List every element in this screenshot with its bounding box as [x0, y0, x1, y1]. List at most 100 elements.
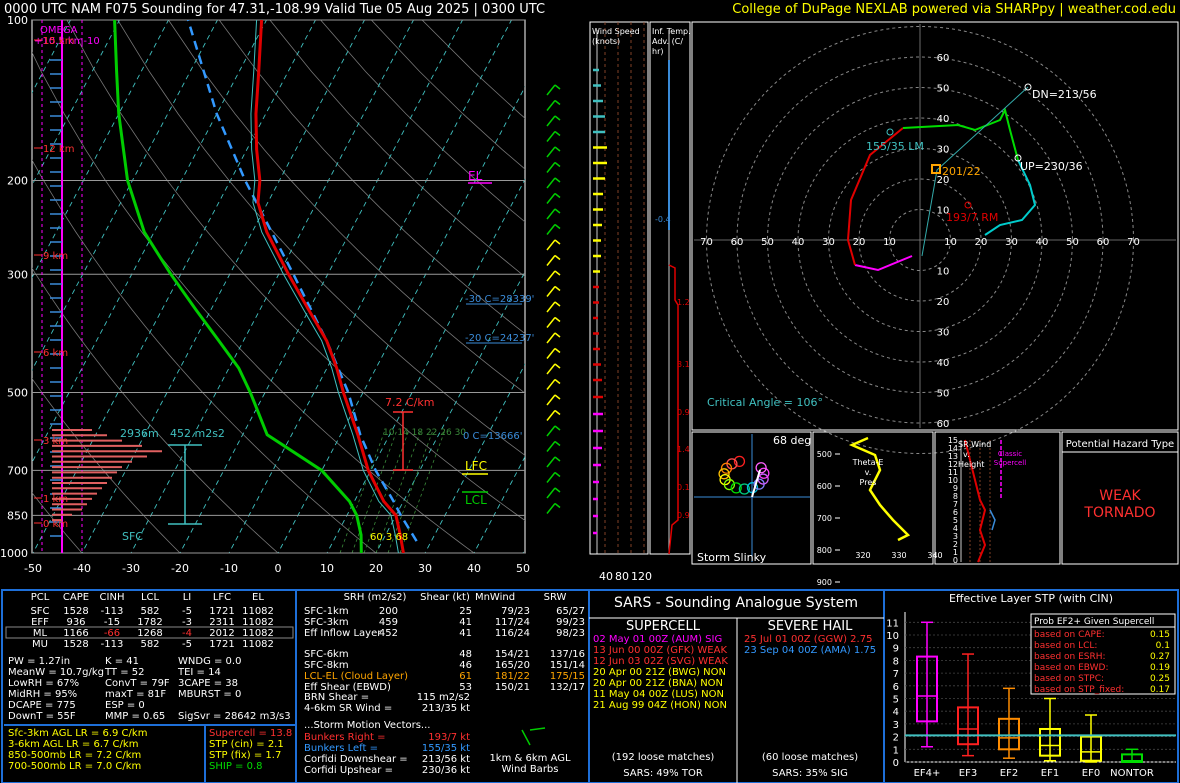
- index-value: ESP = 0: [105, 700, 145, 711]
- srwind-label: Height: [958, 460, 984, 469]
- temp-tick-label: 50: [516, 562, 530, 575]
- pressure-tick-label: 100: [7, 14, 28, 27]
- kin-cell: 117/24: [495, 617, 530, 628]
- kin-cell: 79/23: [501, 606, 530, 617]
- stp-y-tick: 8: [893, 656, 899, 667]
- kin-header: Shear (kt): [420, 592, 470, 603]
- srwind-y-tick: 7: [953, 500, 958, 509]
- theta-y-tick: 500: [817, 450, 832, 459]
- parcel-cell: 11082: [242, 639, 274, 650]
- stp-y-tick: 6: [893, 682, 899, 693]
- index-value: TEI = 14: [177, 667, 221, 678]
- inf-temp-label: Adv. (C/: [652, 37, 683, 46]
- dry-adiabat: [32, 267, 279, 553]
- parcel-cell: 1721: [209, 639, 234, 650]
- kin-cell: 137/16: [550, 649, 585, 660]
- stp-legend-title: Prob EF2+ Given Supercell: [1034, 617, 1154, 627]
- wind-speed-tick: 120: [631, 570, 652, 583]
- index-value: maxT = 81F: [105, 689, 166, 700]
- kin-header: SRW: [544, 592, 567, 603]
- hodo-0-1km: [854, 255, 913, 272]
- srwind-y-tick: 15: [948, 436, 958, 445]
- stp-legend-value: 0.27: [1150, 652, 1170, 662]
- stp-y-tick: 2: [893, 733, 899, 744]
- srwind-y-tick: 2: [953, 540, 958, 549]
- srwind-y-tick: 6: [953, 508, 958, 517]
- theta-label: Pres: [860, 478, 877, 487]
- wind-barb: [546, 410, 556, 421]
- wind-barb-flag: [554, 146, 561, 152]
- hodo-x-tick: 60: [1097, 237, 1110, 248]
- hodo-ring-label: 60: [937, 419, 950, 430]
- stp-category: EF1: [1041, 768, 1059, 779]
- parcel-cell: -5: [182, 606, 192, 617]
- parcel-cell: 1166: [63, 628, 88, 639]
- kin-header: MnWind: [475, 592, 515, 603]
- hodograph-frame: [691, 21, 1179, 431]
- stp-category: EF2: [1000, 768, 1018, 779]
- dry-adiabat: [371, 20, 525, 170]
- temp-tick-label: -40: [73, 562, 91, 575]
- sfc-values: 60 3 68: [370, 532, 408, 543]
- sars-hail-count: (60 loose matches): [762, 752, 858, 763]
- index-value: PW = 1.27in: [8, 656, 70, 667]
- srwind-y-tick: 3: [953, 532, 958, 541]
- wind-barb: [546, 332, 556, 344]
- index-value: MeanW = 10.7g/kg: [8, 667, 104, 678]
- storm-vector-label: Corfidi Upshear =: [304, 765, 393, 776]
- inf-temp-value: 3.1: [677, 360, 690, 369]
- hodo-x-tick: 10: [883, 237, 896, 248]
- wind-barb-flag: [554, 316, 561, 323]
- wind-barb: [546, 208, 556, 220]
- kin-cell: 181/22: [495, 671, 530, 682]
- hodo-ring-label: 10: [937, 267, 950, 278]
- temp-tick-label: -50: [24, 562, 42, 575]
- pressure-tick-label: 500: [7, 387, 28, 400]
- pressure-tick-label: 200: [7, 174, 28, 187]
- theta-x-tick: 330: [891, 551, 906, 560]
- hodo-x-tick: 40: [792, 237, 805, 248]
- parcel-cell: EFF: [31, 617, 49, 628]
- sars-supercell-match: 02 May 01 00Z (AUM) SIG: [593, 634, 722, 645]
- kin-cell: 200: [379, 606, 398, 617]
- temp-tick-label: 40: [467, 562, 481, 575]
- theta-y-tick: 900: [817, 578, 832, 587]
- inf-temp-value: -0.4: [655, 215, 671, 224]
- isotherm: [32, 20, 267, 464]
- kin-row-label: SFC-3km: [304, 617, 349, 628]
- hodo-x-tick: 70: [700, 237, 713, 248]
- index-value: 3CAPE = 38: [178, 678, 238, 689]
- wind-barb: [546, 487, 556, 499]
- hodo-ring-label: 20: [937, 297, 950, 308]
- srwind-y-tick: 1: [953, 548, 958, 557]
- kin-cell: 46: [459, 660, 472, 671]
- wind-barb: [546, 301, 556, 313]
- sars-supercell-match: 13 Jun 00 00Z (GFK) WEAK: [593, 645, 727, 656]
- wind-barb-flag: [554, 425, 561, 431]
- storm-vector-value: 193/7 kt: [428, 732, 470, 743]
- hodo-up-label: UP=230/36: [1020, 160, 1083, 173]
- srwind-y-tick: 0: [953, 556, 958, 565]
- parcel-cell: 1528: [63, 606, 88, 617]
- kin-cell: 151/14: [550, 660, 585, 671]
- parcel-cell: SFC: [30, 606, 49, 617]
- isotherm: [130, 20, 414, 553]
- theta-x-tick: 320: [855, 551, 870, 560]
- wind-barb-flag: [554, 192, 561, 199]
- brn-value: 115 m2/s2: [417, 692, 470, 703]
- storm-vector-label: Bunkers Right =: [304, 732, 386, 743]
- parcel-cell: -3: [182, 617, 192, 628]
- hodo-x-tick: 60: [731, 237, 744, 248]
- parcel-header: CAPE: [63, 592, 89, 603]
- kin-header: SRH (m2/s2): [344, 592, 407, 603]
- kin-cell: 165/20: [495, 660, 530, 671]
- wind-barb-flag: [554, 208, 561, 214]
- sfc-label: SFC: [122, 530, 143, 543]
- hodo-ring-label: 30: [937, 145, 950, 156]
- lapse-rate-value: 3-6km AGL LR = 6.7 C/km: [8, 739, 138, 750]
- stp-y-tick: 0: [893, 758, 899, 769]
- dry-adiabat: [421, 20, 525, 119]
- parcel-cell: -113: [101, 639, 124, 650]
- hodo-ring-label: 50: [937, 389, 950, 400]
- wind-barb-flag: [554, 363, 561, 369]
